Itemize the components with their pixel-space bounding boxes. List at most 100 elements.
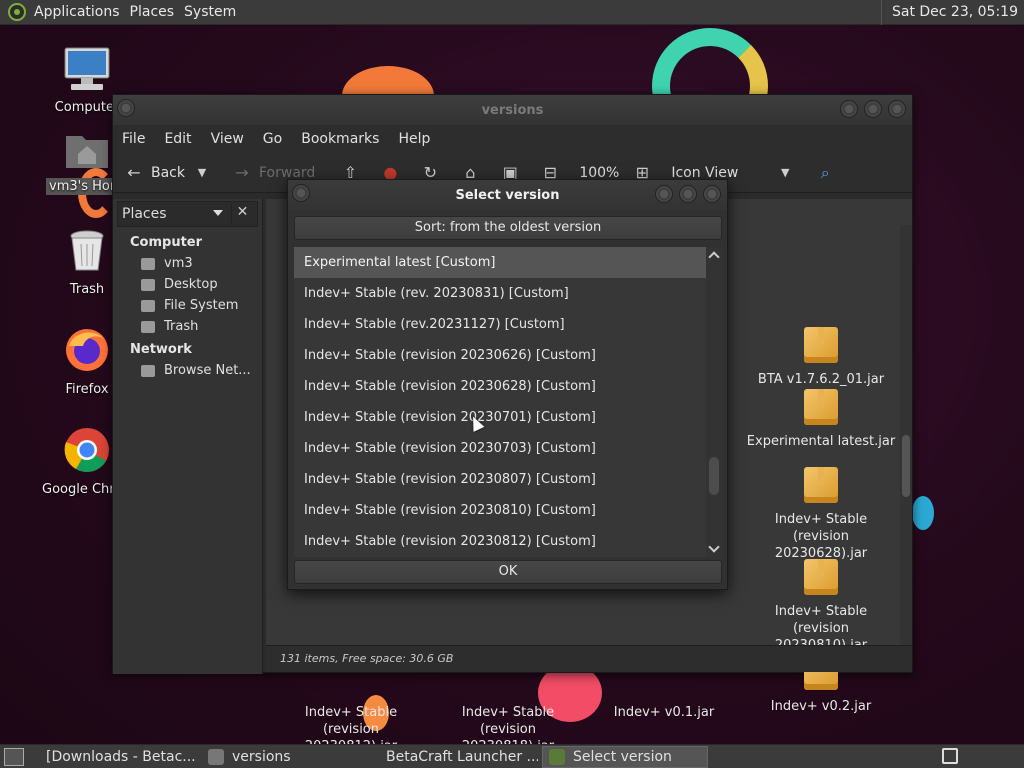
network-icon xyxy=(141,364,155,377)
menu-go[interactable]: Go xyxy=(263,131,282,147)
version-item[interactable]: Indev+ Stable (revision 20230703) [Custo… xyxy=(294,433,706,464)
scrollbar-thumb[interactable] xyxy=(709,457,719,495)
file-item[interactable]: Indev+ Stable (revision 20230628).jar xyxy=(746,467,896,562)
top-menu: Applications Places System xyxy=(0,0,246,24)
window-controls xyxy=(840,100,906,118)
taskbar-item-label: Select version xyxy=(573,748,672,765)
version-item[interactable]: Indev+ Stable (revision 20230807) [Custo… xyxy=(294,464,706,495)
version-item[interactable]: Indev+ Stable (revision 20230810) [Custo… xyxy=(294,495,706,526)
taskbar-item-label: versions xyxy=(232,748,291,765)
taskbar-item-downloads[interactable]: [Downloads - Betac... xyxy=(32,746,198,768)
clock[interactable]: Sat Dec 23, 05:19 xyxy=(880,0,1024,25)
close-button[interactable] xyxy=(703,185,721,203)
file-item[interactable]: Experimental latest.jar xyxy=(746,389,896,450)
file-name: Experimental latest.jar xyxy=(746,434,896,449)
menu-system[interactable]: System xyxy=(184,4,246,20)
version-list: Experimental latest [Custom] Indev+ Stab… xyxy=(294,247,706,557)
version-item[interactable]: Indev+ Stable (rev. 20230831) [Custom] xyxy=(294,278,706,309)
select-version-dialog: Select version Sort: from the oldest ver… xyxy=(287,179,728,590)
taskbar-item-label: BetaCraft Launcher ... xyxy=(386,748,538,765)
back-button[interactable]: ← Back ▼ xyxy=(123,162,219,184)
sidebar-item-desktop[interactable]: Desktop xyxy=(141,277,262,292)
home-folder-icon xyxy=(66,136,108,168)
ok-button[interactable]: OK xyxy=(294,560,722,584)
dialog-titlebar[interactable]: Select version xyxy=(288,180,727,210)
desktop-folder-icon xyxy=(141,278,155,291)
file-manager-titlebar[interactable]: versions xyxy=(113,95,912,125)
sidebar-item-file-system[interactable]: File System xyxy=(141,298,262,313)
file-name: Indev+ v0.1.jar xyxy=(613,705,715,720)
version-item[interactable]: Indev+ Stable (revision 20230812) [Custo… xyxy=(294,526,706,557)
minimize-button[interactable] xyxy=(840,100,858,118)
file-view-scrollbar[interactable] xyxy=(900,225,912,645)
back-history-dropdown-icon[interactable]: ▼ xyxy=(191,162,213,184)
scroll-down-icon[interactable] xyxy=(708,541,720,553)
places-dropdown-icon xyxy=(213,210,223,216)
version-list-scrollbar[interactable] xyxy=(706,247,722,557)
search-icon: ⌕ xyxy=(820,162,830,182)
sidebar-item-label: Desktop xyxy=(164,277,218,292)
close-sidebar-icon[interactable]: ✕ xyxy=(231,204,253,224)
home-folder-icon xyxy=(141,257,155,270)
back-label: Back xyxy=(151,164,185,181)
scrollbar-thumb[interactable] xyxy=(902,435,910,497)
sidebar-item-trash[interactable]: Trash xyxy=(141,319,262,334)
sidebar-item-browse-network[interactable]: Browse Net... xyxy=(141,363,262,378)
menu-edit[interactable]: Edit xyxy=(164,131,191,147)
jar-package-icon xyxy=(804,559,838,595)
taskbar-item-select-version[interactable]: Select version xyxy=(542,745,708,768)
version-item[interactable]: Indev+ Stable (revision 20230626) [Custo… xyxy=(294,340,706,371)
menu-applications[interactable]: Applications xyxy=(34,4,130,20)
sidebar-item-vm3[interactable]: vm3 xyxy=(141,256,262,271)
sidebar-section-computer: Computer xyxy=(130,235,203,250)
sidebar-item-label: vm3 xyxy=(164,256,193,271)
view-mode-dropdown-icon: ▼ xyxy=(781,165,790,179)
maximize-button[interactable] xyxy=(864,100,882,118)
firefox-icon xyxy=(66,329,108,371)
dialog-title: Select version xyxy=(455,187,560,203)
places-label: Places xyxy=(122,206,167,222)
file-item[interactable]: Indev+ Stable (revision 20230810).jar xyxy=(746,559,896,654)
scroll-up-icon[interactable] xyxy=(708,251,720,263)
file-item[interactable]: Indev+ v0.1.jar xyxy=(589,704,739,721)
places-selector[interactable]: Places ✕ xyxy=(117,201,258,227)
folder-icon xyxy=(208,748,224,765)
menu-bookmarks[interactable]: Bookmarks xyxy=(301,131,379,147)
window-menu-icon[interactable] xyxy=(292,184,310,202)
menu-places[interactable]: Places xyxy=(130,4,185,20)
show-desktop-icon[interactable] xyxy=(4,747,24,766)
version-item[interactable]: Indev+ Stable (revision 20230701) [Custo… xyxy=(294,402,706,433)
taskbar-item-betacraft[interactable]: BetaCraft Launcher ... xyxy=(372,746,538,768)
file-name: BTA v1.7.6.2_01.jar xyxy=(757,372,885,387)
trash-applet-icon[interactable] xyxy=(942,748,958,764)
forward-arrow-icon: → xyxy=(235,162,249,182)
menubar: File Edit View Go Bookmarks Help xyxy=(113,125,912,153)
menu-view[interactable]: View xyxy=(211,131,244,147)
top-panel: Applications Places System Sat Dec 23, 0… xyxy=(0,0,1024,25)
window-menu-icon[interactable] xyxy=(117,99,135,117)
file-item[interactable]: BTA v1.7.6.2_01.jar xyxy=(746,327,896,388)
drive-icon xyxy=(141,299,155,312)
maximize-button[interactable] xyxy=(679,185,697,203)
close-button[interactable] xyxy=(888,100,906,118)
search-button[interactable]: ⌕ xyxy=(814,162,842,184)
menu-help[interactable]: Help xyxy=(398,131,430,147)
status-bar: 131 items, Free space: 30.6 GB xyxy=(266,645,912,672)
betacraft-icon xyxy=(549,748,565,765)
jar-package-icon xyxy=(804,389,838,425)
version-item[interactable]: Indev+ Stable (rev.20231127) [Custom] xyxy=(294,309,706,340)
computer-icon xyxy=(64,47,110,90)
sort-button[interactable]: Sort: from the oldest version xyxy=(294,216,722,240)
taskbar-item-label: [Downloads - Betac... xyxy=(46,748,196,765)
version-item[interactable]: Indev+ Stable (revision 20230628) [Custo… xyxy=(294,371,706,402)
sidebar-section-network: Network xyxy=(130,342,192,357)
menu-file[interactable]: File xyxy=(122,131,145,147)
distro-logo-icon[interactable] xyxy=(8,3,26,21)
taskbar-item-versions[interactable]: versions xyxy=(202,746,368,768)
version-item-selected[interactable]: Experimental latest [Custom] xyxy=(294,247,706,278)
sidebar-item-label: Trash xyxy=(164,319,199,334)
bottom-panel: [Downloads - Betac... versions BetaCraft… xyxy=(0,744,1024,768)
file-name: Indev+ v0.2.jar xyxy=(770,699,872,714)
sidebar-item-label: File System xyxy=(164,298,239,313)
minimize-button[interactable] xyxy=(655,185,673,203)
